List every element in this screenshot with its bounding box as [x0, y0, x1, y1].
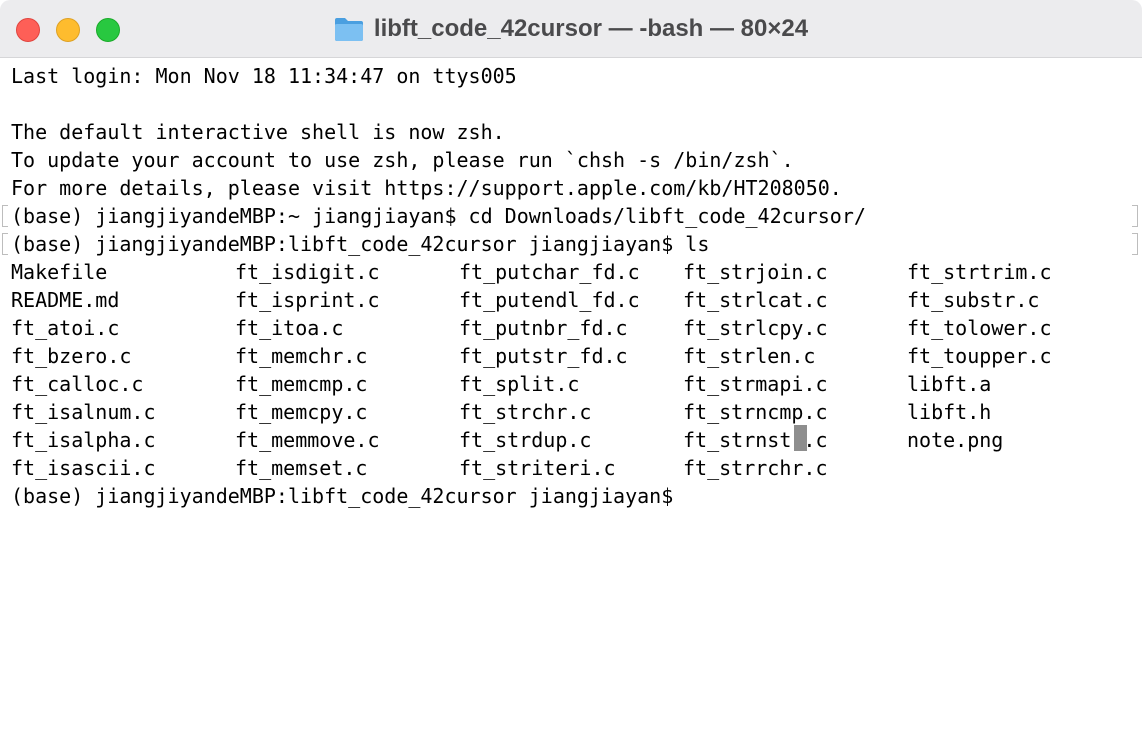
file-entry: note.png	[907, 428, 1004, 452]
file-entry: ft_toupper.c	[907, 344, 1052, 368]
file-entry: ft_putnbr_fd.c	[459, 316, 628, 340]
file-entry: ft_calloc.c	[11, 372, 144, 396]
file-entry: README.md	[11, 288, 120, 312]
file-entry: ft_putendl_fd.c	[459, 288, 640, 312]
last-login-line: Last login: Mon Nov 18 11:34:47 on ttys0…	[11, 64, 517, 88]
zsh-notice-line: The default interactive shell is now zsh…	[11, 120, 505, 144]
file-entry: libft.h	[907, 400, 992, 424]
mark-bracket-right	[1132, 205, 1138, 227]
file-entry: ft_strrchr.c	[683, 456, 828, 480]
file-entry: ft_striteri.c	[459, 456, 616, 480]
file-entry: ft_strtrim.c	[907, 260, 1052, 284]
file-entry: ft_memcpy.c	[235, 400, 368, 424]
file-entry: ft_bzero.c	[11, 344, 132, 368]
command-cd-line: (base) jiangjiyandeMBP:~ jiangjiayan$ cd…	[11, 204, 866, 228]
file-entry: ft_atoi.c	[11, 316, 120, 340]
file-entry: libft.a	[907, 372, 992, 396]
details-hint-line: For more details, please visit https://s…	[11, 176, 842, 200]
folder-icon	[334, 18, 363, 41]
command-ls-line: (base) jiangjiyandeMBP:libft_code_42curs…	[11, 232, 710, 256]
file-entry: ft_isprint.c	[235, 288, 380, 312]
final-prompt-line: (base) jiangjiyandeMBP:libft_code_42curs…	[11, 484, 686, 508]
file-entry: Makefile	[11, 260, 108, 284]
file-entry: ft_isdigit.c	[235, 260, 380, 284]
file-entry: ft_isascii.c	[11, 456, 156, 480]
file-entry: ft_strlcat.c	[683, 288, 828, 312]
mark-bracket-left	[2, 233, 8, 255]
terminal-content[interactable]: Last login: Mon Nov 18 11:34:47 on ttys0…	[0, 58, 1142, 734]
mark-bracket-right	[1132, 233, 1138, 255]
file-entry: ft_putstr_fd.c	[459, 344, 628, 368]
terminal-window: libft_code_42cursor — -bash — 80×24 Last…	[0, 0, 1142, 734]
file-entry: ft_split.c	[459, 372, 580, 396]
file-entry: ft_memset.c	[235, 456, 368, 480]
file-entry: ft_putchar_fd.c	[459, 260, 640, 284]
update-hint-line: To update your account to use zsh, pleas…	[11, 148, 794, 172]
file-entry: ft_substr.c	[907, 288, 1040, 312]
mark-bracket-left	[2, 205, 8, 227]
file-entry: ft_strlcpy.c	[683, 316, 828, 340]
file-entry: ft_tolower.c	[907, 316, 1052, 340]
file-entry: ft_strchr.c	[459, 400, 592, 424]
file-entry: ft_isalpha.c	[11, 428, 156, 452]
file-entry: ft_isalnum.c	[11, 400, 156, 424]
file-entry: ft_memcmp.c	[235, 372, 368, 396]
file-entry: ft_memchr.c	[235, 344, 368, 368]
file-entry: ft_memmove.c	[235, 428, 380, 452]
text-cursor	[794, 425, 807, 451]
file-entry: ft_strncmp.c	[683, 400, 828, 424]
file-entry: ft_strmapi.c	[683, 372, 828, 396]
file-entry: ft_itoa.c	[235, 316, 344, 340]
file-entry: ft_strlen.c	[683, 344, 816, 368]
window-title: libft_code_42cursor — -bash — 80×24	[373, 15, 809, 42]
title-bar[interactable]: libft_code_42cursor — -bash — 80×24	[0, 0, 1142, 58]
file-entry: ft_strdup.c	[459, 428, 592, 452]
title-group: libft_code_42cursor — -bash — 80×24	[0, 0, 1142, 58]
file-entry: ft_strjoin.c	[683, 260, 828, 284]
